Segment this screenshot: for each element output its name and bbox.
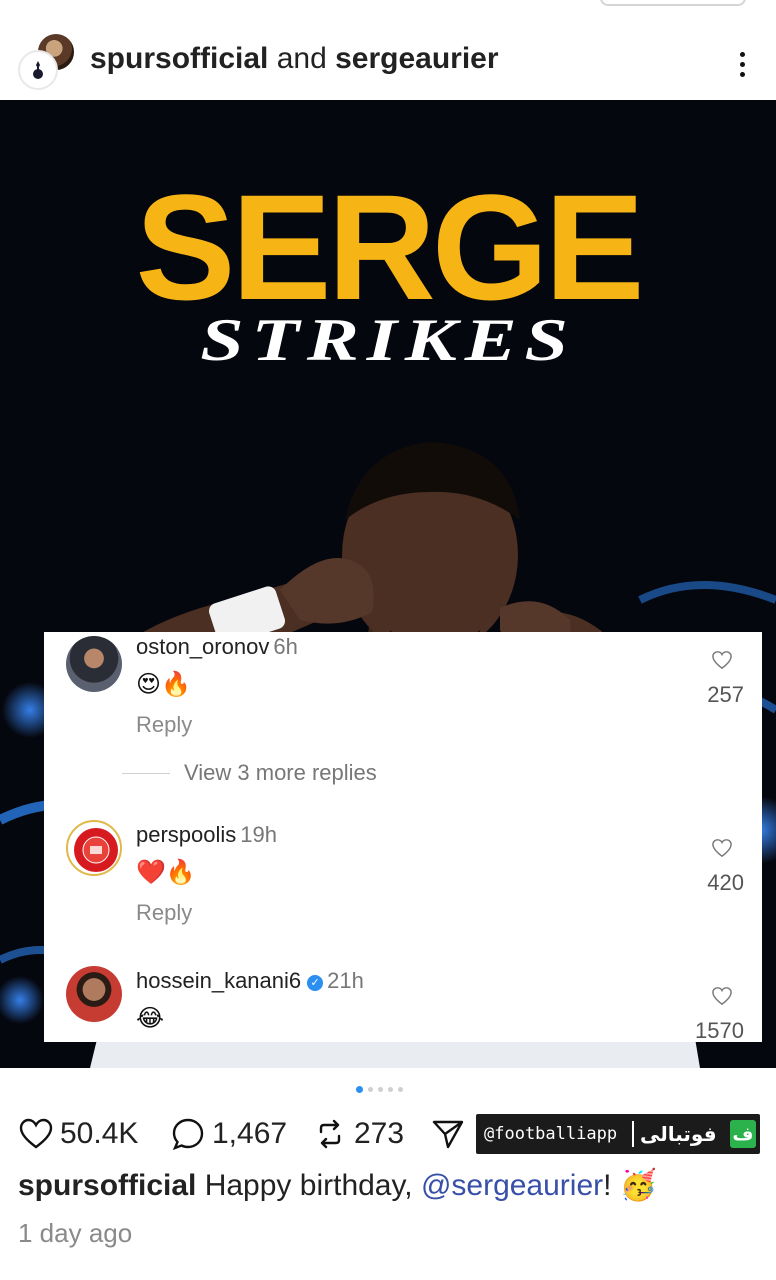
- view-more-label[interactable]: View 3 more replies: [184, 760, 377, 786]
- watermark-logo-icon: ف: [730, 1120, 756, 1148]
- post-caption: spursofficial Happy birthday, @sergeauri…: [18, 1168, 758, 1203]
- comment-time: 19h: [240, 822, 277, 847]
- media-subline: STRIKES: [200, 307, 576, 373]
- coauthor-name[interactable]: sergeaurier: [335, 42, 498, 75]
- send-icon: [432, 1120, 464, 1149]
- caption-text: Happy birthday,: [196, 1169, 421, 1202]
- sheet-handle: [600, 0, 746, 6]
- status-strip: [0, 0, 776, 8]
- verified-badge-icon: ✓: [307, 975, 324, 991]
- heart-icon: [19, 1118, 53, 1149]
- watermark-brand: فوتبالی: [640, 1123, 717, 1146]
- spurs-cockerel-icon: [33, 61, 43, 79]
- comment-text: ❤️🔥: [136, 859, 196, 886]
- comment-username[interactable]: oston_oronov: [136, 634, 269, 659]
- reply-button[interactable]: Reply: [136, 900, 192, 926]
- comment-button[interactable]: 1,467: [170, 1112, 287, 1156]
- heart-outline-icon[interactable]: [711, 650, 733, 670]
- collab-avatars[interactable]: [18, 32, 80, 90]
- comment-like-button[interactable]: [704, 986, 740, 1006]
- comment-count: 1,467: [212, 1117, 288, 1150]
- commenter-avatar[interactable]: [66, 966, 122, 1022]
- author-name[interactable]: spursofficial: [90, 42, 268, 75]
- post-authors[interactable]: spursofficial and sergeaurier: [90, 42, 499, 76]
- caption-end: ! 🥳: [603, 1169, 658, 1202]
- commenter-avatar[interactable]: [66, 636, 122, 692]
- perspolis-logo-icon: [74, 828, 118, 872]
- post-media[interactable]: SERGE STRIKES oston_oronov 6h 😍🔥 Reply 2…: [0, 100, 776, 1068]
- carousel-dot: [368, 1087, 373, 1092]
- comment-bubble-icon: [172, 1118, 204, 1151]
- caption-author[interactable]: spursofficial: [18, 1169, 196, 1202]
- caption-mention[interactable]: @sergeaurier: [421, 1169, 603, 1202]
- comment-header: perspoolis 19h: [136, 822, 277, 848]
- comment-text: 😍🔥: [136, 671, 191, 698]
- author-connector: and: [268, 42, 336, 75]
- media-headline: SERGE: [135, 163, 644, 331]
- commenter-avatar[interactable]: [66, 820, 122, 876]
- comment-like-button[interactable]: [704, 650, 740, 670]
- repost-count: 273: [354, 1117, 405, 1150]
- watermark: @footballiapp فوتبالی ف: [476, 1114, 760, 1154]
- comment-text: 😂: [136, 1005, 165, 1032]
- reply-button[interactable]: Reply: [136, 712, 192, 738]
- comments-panel: oston_oronov 6h 😍🔥 Reply 257 View 3 more …: [44, 632, 762, 1043]
- post-timestamp: 1 day ago: [18, 1218, 133, 1248]
- carousel-dot: [388, 1087, 393, 1092]
- comment-username[interactable]: hossein_kanani6: [136, 968, 301, 993]
- comment-like-count: 1570: [695, 1018, 744, 1043]
- comment-time: 21h: [327, 968, 364, 993]
- heart-outline-icon[interactable]: [711, 838, 733, 858]
- carousel-indicator: [356, 1086, 403, 1093]
- comment-like-count: 257: [707, 682, 744, 707]
- heart-outline-icon[interactable]: [711, 986, 733, 1006]
- post-header: spursofficial and sergeaurier: [0, 24, 776, 100]
- comment-like-button[interactable]: [704, 838, 740, 858]
- carousel-dot: [398, 1087, 403, 1092]
- watermark-handle: @footballiapp: [484, 1124, 618, 1144]
- share-button[interactable]: [430, 1112, 466, 1156]
- repost-button[interactable]: 273: [312, 1112, 404, 1156]
- repost-icon: [319, 1119, 341, 1149]
- comment-time: 6h: [273, 634, 298, 659]
- carousel-dot: [356, 1086, 363, 1093]
- comment-like-count: 420: [707, 870, 744, 895]
- comment-username[interactable]: perspoolis: [136, 822, 236, 847]
- comment-header: oston_oronov 6h: [136, 634, 298, 660]
- like-count: 50.4K: [60, 1117, 139, 1150]
- more-vertical-icon[interactable]: [728, 46, 756, 82]
- avatar-spursofficial[interactable]: [18, 50, 58, 90]
- like-button[interactable]: 50.4K: [18, 1112, 138, 1156]
- view-more-replies[interactable]: View 3 more replies: [122, 760, 377, 786]
- carousel-dot: [378, 1087, 383, 1092]
- comment-header: hossein_kanani6 ✓ 21h: [136, 968, 364, 994]
